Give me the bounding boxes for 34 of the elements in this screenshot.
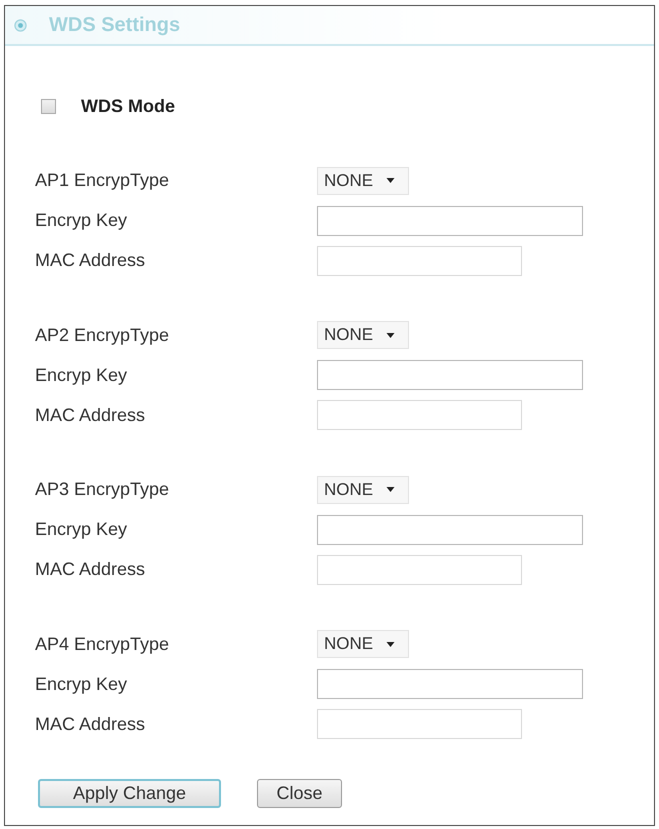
input-field[interactable] (317, 360, 583, 390)
field-label: AP3 EncrypType (35, 479, 170, 500)
field-label: Encryp Key (35, 674, 128, 695)
field-label: Encryp Key (35, 210, 128, 232)
input-field[interactable] (317, 400, 522, 430)
field-label: AP2 EncrypType (35, 324, 170, 346)
field-label: MAC Address (35, 559, 146, 580)
field-label: Encryp Key (35, 364, 128, 386)
encryption-select[interactable]: NONE (317, 630, 409, 658)
ring-dot-icon (14, 18, 27, 32)
field-label: MAC Address (35, 404, 146, 426)
wds-mode-label: WDS Mode (81, 96, 175, 116)
input-field[interactable] (317, 514, 583, 545)
field-label: MAC Address (35, 714, 146, 735)
close-button[interactable]: Close (257, 779, 342, 808)
field-label: Encryp Key (35, 519, 128, 540)
input-field[interactable] (317, 709, 522, 740)
panel-title: WDS Settings (49, 14, 180, 36)
apply-change-button[interactable]: Apply Change (38, 779, 221, 808)
field-label: AP4 EncrypType (35, 634, 170, 655)
caret-icon (386, 642, 396, 647)
input-field[interactable] (317, 669, 583, 700)
input-field[interactable] (317, 554, 522, 585)
encryption-select[interactable]: NONE (317, 166, 409, 195)
caret-icon (386, 332, 396, 338)
caret-icon (386, 178, 396, 184)
input-field[interactable] (317, 206, 583, 236)
field-label: AP1 EncrypType (35, 170, 170, 192)
field-label: MAC Address (35, 250, 146, 272)
caret-icon (386, 487, 396, 492)
input-field[interactable] (317, 246, 522, 276)
wds-mode-checkbox[interactable] (41, 98, 56, 114)
encryption-select[interactable]: NONE (317, 476, 409, 504)
encryption-select[interactable]: NONE (317, 321, 409, 350)
